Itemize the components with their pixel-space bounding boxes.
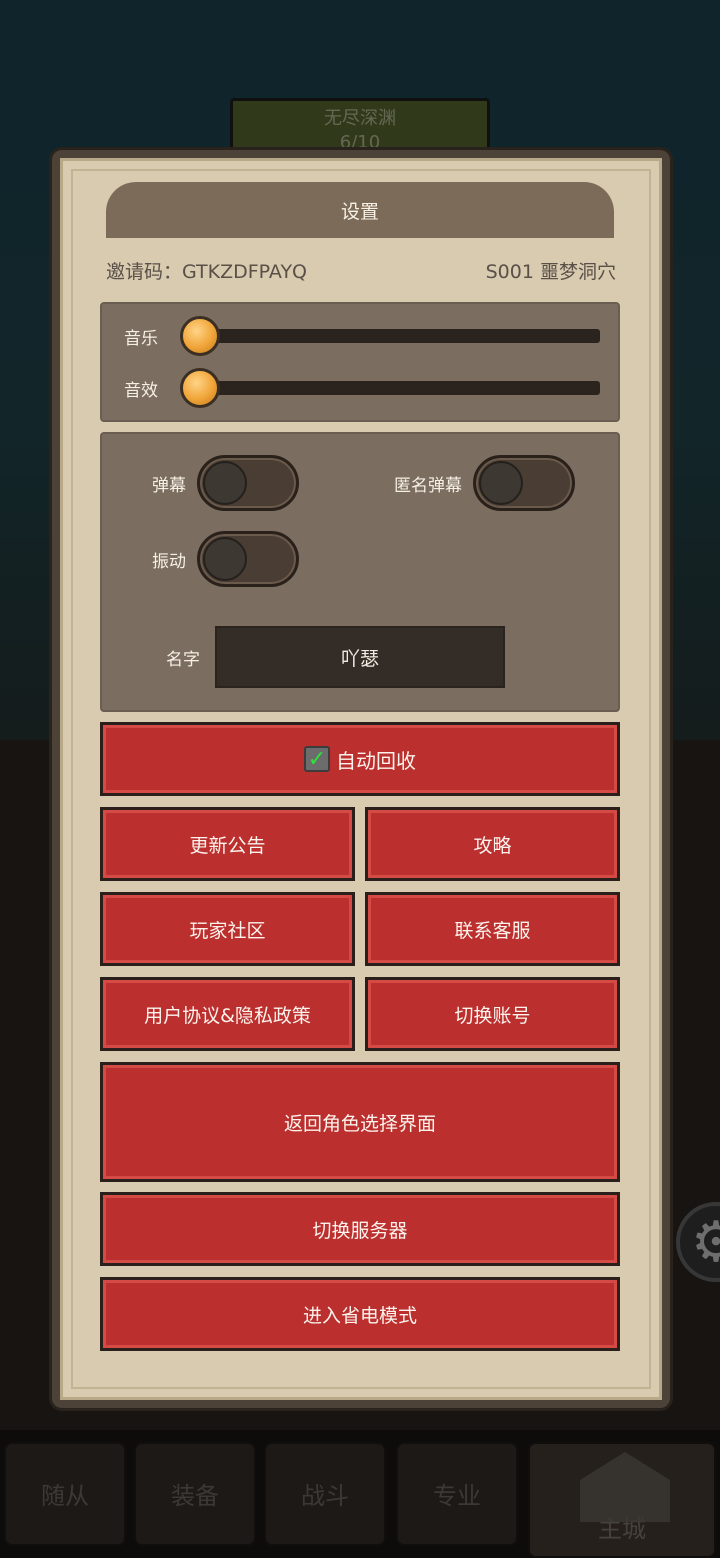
power-save-button[interactable]: 进入省电模式 [100, 1277, 620, 1351]
community-button[interactable]: 玩家社区 [100, 892, 355, 966]
sfx-slider-handle[interactable] [180, 368, 220, 408]
server-name: S001 噩梦洞穴 [485, 260, 616, 283]
anon-danmaku-toggle[interactable] [473, 455, 575, 511]
update-notice-button[interactable]: 更新公告 [100, 807, 355, 881]
account-info-row: 邀请码：GTKZDFPAYQ S001 噩梦洞穴 [106, 254, 616, 286]
name-field[interactable]: 吖瑟 [215, 626, 505, 688]
toggle-knob [203, 537, 247, 581]
vibration-label: 振动 [152, 552, 186, 572]
danmaku-toggle[interactable] [197, 455, 299, 511]
switch-account-button[interactable]: 切换账号 [365, 977, 620, 1051]
anon-danmaku-label: 匿名弹幕 [394, 476, 462, 496]
toggle-knob [479, 461, 523, 505]
auto-recycle-checkbox[interactable]: ✓ [304, 746, 330, 772]
auto-recycle-button[interactable]: ✓ 自动回收 [100, 722, 620, 796]
name-value: 吖瑟 [340, 647, 379, 670]
music-label: 音乐 [124, 329, 158, 349]
music-slider[interactable] [182, 329, 600, 343]
name-label: 名字 [166, 650, 200, 670]
vibration-toggle[interactable] [197, 531, 299, 587]
sfx-label: 音效 [124, 381, 158, 401]
support-button[interactable]: 联系客服 [365, 892, 620, 966]
danmaku-label: 弹幕 [152, 476, 186, 496]
back-to-role-select-button[interactable]: 返回角色选择界面 [100, 1062, 620, 1182]
toggle-knob [203, 461, 247, 505]
music-slider-handle[interactable] [180, 316, 220, 356]
settings-title-bar: 设置 [106, 182, 614, 238]
auto-recycle-label: 自动回收 [336, 748, 416, 773]
agreement-button[interactable]: 用户协议&隐私政策 [100, 977, 355, 1051]
switch-server-button[interactable]: 切换服务器 [100, 1192, 620, 1266]
settings-title: 设置 [340, 200, 379, 223]
sfx-slider[interactable] [182, 381, 600, 395]
invite-code: 邀请码：GTKZDFPAYQ [106, 260, 308, 283]
guide-button[interactable]: 攻略 [365, 807, 620, 881]
audio-settings-box [100, 302, 620, 422]
